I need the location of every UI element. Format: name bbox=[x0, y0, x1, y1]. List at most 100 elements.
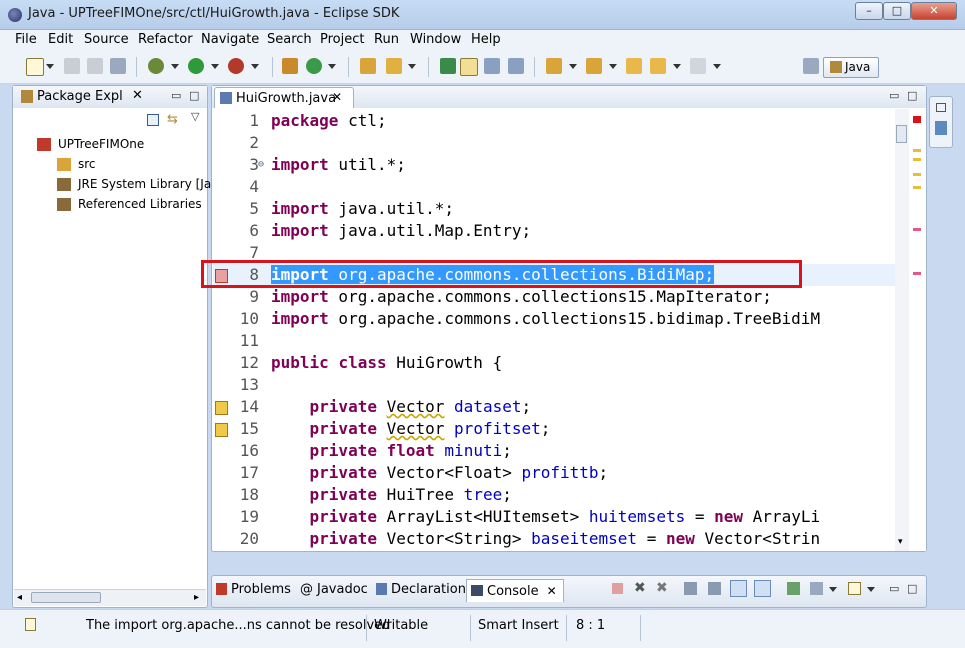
remove-launch-icon[interactable]: ✖ bbox=[634, 580, 646, 596]
status-insert-mode[interactable]: Smart Insert bbox=[478, 618, 559, 633]
code-line[interactable]: 14 private Vector dataset; bbox=[213, 396, 895, 418]
editor-tab[interactable]: HuiGrowth.java ✕ bbox=[214, 87, 354, 108]
tab-problems[interactable]: Problems bbox=[214, 579, 291, 601]
code-line[interactable]: 12 public class HuiGrowth { bbox=[213, 352, 895, 374]
pin-console-icon[interactable] bbox=[787, 582, 800, 595]
external-tools-dropdown-icon[interactable] bbox=[251, 64, 259, 69]
scroll-left-icon[interactable]: ◂ bbox=[17, 592, 22, 603]
link-with-editor-icon[interactable]: ⇆ bbox=[167, 112, 178, 127]
remove-all-launches-icon[interactable]: ✖ bbox=[656, 580, 668, 596]
new-java-project-icon[interactable] bbox=[282, 58, 298, 74]
menu-navigate[interactable]: Navigate bbox=[201, 32, 259, 47]
search-icon[interactable] bbox=[386, 58, 402, 74]
code-line[interactable]: 4 bbox=[213, 176, 895, 198]
back-icon[interactable] bbox=[650, 58, 666, 74]
close-tab-icon[interactable]: ✕ bbox=[547, 584, 557, 598]
close-view-icon[interactable]: ✕ bbox=[132, 88, 143, 103]
scroll-lock-icon[interactable] bbox=[708, 582, 721, 595]
debug-dropdown-icon[interactable] bbox=[171, 64, 179, 69]
menu-run[interactable]: Run bbox=[374, 32, 399, 47]
title-bar[interactable]: Java - UPTreeFIMOne/src/ctl/HuiGrowth.ja… bbox=[0, 0, 965, 30]
code-editor[interactable]: 1 package ctl; 2 3 ⊖ import util.*; 4 5 import j… bbox=[213, 109, 895, 551]
menu-window[interactable]: Window bbox=[410, 32, 461, 47]
external-tools-icon[interactable] bbox=[228, 58, 244, 74]
block-selection-icon[interactable] bbox=[484, 58, 500, 74]
warning-marker-icon[interactable] bbox=[215, 423, 228, 437]
scrollbar-thumb[interactable] bbox=[896, 125, 907, 143]
print-icon[interactable] bbox=[110, 58, 126, 74]
open-type-icon[interactable] bbox=[360, 58, 376, 74]
show-on-stderr-icon[interactable] bbox=[754, 580, 771, 597]
toggle-highlight-icon[interactable] bbox=[460, 58, 478, 76]
warning-marker-icon[interactable] bbox=[215, 401, 228, 415]
search-dropdown-icon[interactable] bbox=[408, 64, 416, 69]
open-console-icon[interactable] bbox=[848, 582, 861, 595]
minimize-editor-icon[interactable]: ▭ bbox=[889, 89, 899, 102]
close-tab-icon[interactable]: ✕ bbox=[332, 90, 342, 104]
overview-ruler[interactable] bbox=[910, 109, 926, 551]
new-wizard-icon[interactable] bbox=[26, 58, 44, 76]
error-marker[interactable] bbox=[913, 228, 921, 231]
fast-view-icon[interactable] bbox=[25, 618, 36, 631]
code-line[interactable]: 18 private HuiTree tree; bbox=[213, 484, 895, 506]
eclipse-app-icon[interactable] bbox=[8, 8, 22, 22]
code-line[interactable]: 6 import java.util.Map.Entry; bbox=[213, 220, 895, 242]
code-line[interactable]: 11 bbox=[213, 330, 895, 352]
collapse-all-icon[interactable] bbox=[147, 114, 159, 126]
maximize-editor-icon[interactable]: □ bbox=[907, 89, 917, 102]
warning-marker[interactable] bbox=[913, 158, 921, 161]
new-dropdown-icon[interactable] bbox=[46, 64, 54, 69]
menu-edit[interactable]: Edit bbox=[48, 32, 73, 47]
save-all-icon[interactable] bbox=[87, 58, 103, 74]
minimize-view-icon[interactable]: ▭ bbox=[171, 89, 181, 102]
run-dropdown-icon[interactable] bbox=[211, 64, 219, 69]
menu-search[interactable]: Search bbox=[267, 32, 312, 47]
code-line[interactable]: 5 import java.util.*; bbox=[213, 198, 895, 220]
next-annotation-icon[interactable] bbox=[546, 58, 562, 74]
tab-declaration[interactable]: Declaration bbox=[374, 579, 466, 601]
tab-javadoc[interactable]: @ Javadoc bbox=[298, 579, 368, 601]
run-icon[interactable] bbox=[188, 58, 204, 74]
menu-file[interactable]: File bbox=[15, 32, 37, 47]
code-line[interactable]: 1 package ctl; bbox=[213, 110, 895, 132]
maximize-button[interactable]: □ bbox=[883, 2, 911, 20]
java-perspective-button[interactable]: Java bbox=[823, 57, 879, 78]
forward-icon[interactable] bbox=[690, 58, 706, 74]
minimize-button[interactable]: – bbox=[855, 2, 883, 20]
terminate-icon[interactable] bbox=[612, 583, 623, 594]
code-line[interactable]: 16 private float minuti; bbox=[213, 440, 895, 462]
error-marker[interactable] bbox=[913, 272, 921, 275]
maximize-view-icon[interactable]: □ bbox=[907, 582, 917, 595]
package-explorer-tab[interactable]: Package Expl bbox=[37, 89, 123, 104]
code-line[interactable]: 13 bbox=[213, 374, 895, 396]
menu-refactor[interactable]: Refactor bbox=[138, 32, 193, 47]
last-edit-icon[interactable] bbox=[626, 58, 642, 74]
horizontal-scrollbar[interactable]: ◂ ▸ bbox=[14, 589, 206, 606]
code-line[interactable]: 10 import org.apache.commons.collections1… bbox=[213, 308, 895, 330]
minimize-view-icon[interactable]: ▭ bbox=[889, 582, 899, 595]
previous-annotation-icon[interactable] bbox=[586, 58, 602, 74]
code-line[interactable]: 15 private Vector profitset; bbox=[213, 418, 895, 440]
code-line[interactable]: 17 private Vector<Float> profittb; bbox=[213, 462, 895, 484]
forward-dropdown-icon[interactable] bbox=[713, 64, 721, 69]
display-console-icon[interactable] bbox=[810, 582, 823, 595]
maximize-view-icon[interactable]: □ bbox=[189, 89, 199, 102]
next-annotation-dropdown-icon[interactable] bbox=[569, 64, 577, 69]
tab-console[interactable]: Console ✕ bbox=[466, 579, 564, 602]
debug-icon[interactable] bbox=[148, 58, 164, 74]
warning-marker[interactable] bbox=[913, 173, 921, 176]
code-line[interactable]: 19 private ArrayList<HUItemset> huitemse… bbox=[213, 506, 895, 528]
warning-marker[interactable] bbox=[913, 186, 921, 189]
save-icon[interactable] bbox=[64, 58, 80, 74]
close-window-button[interactable]: ✕ bbox=[911, 2, 957, 20]
back-dropdown-icon[interactable] bbox=[673, 64, 681, 69]
menu-project[interactable]: Project bbox=[320, 32, 364, 47]
display-console-dropdown-icon[interactable] bbox=[829, 587, 837, 592]
code-line[interactable]: 2 bbox=[213, 132, 895, 154]
open-perspective-icon[interactable] bbox=[803, 58, 819, 74]
error-summary-marker[interactable] bbox=[913, 116, 921, 123]
editor-vertical-scrollbar[interactable]: ▾ bbox=[895, 109, 909, 551]
code-line[interactable]: 20 private Vector<String> baseitemset = … bbox=[213, 528, 895, 550]
warning-marker[interactable] bbox=[913, 149, 921, 152]
scrollbar-thumb[interactable] bbox=[31, 592, 101, 603]
